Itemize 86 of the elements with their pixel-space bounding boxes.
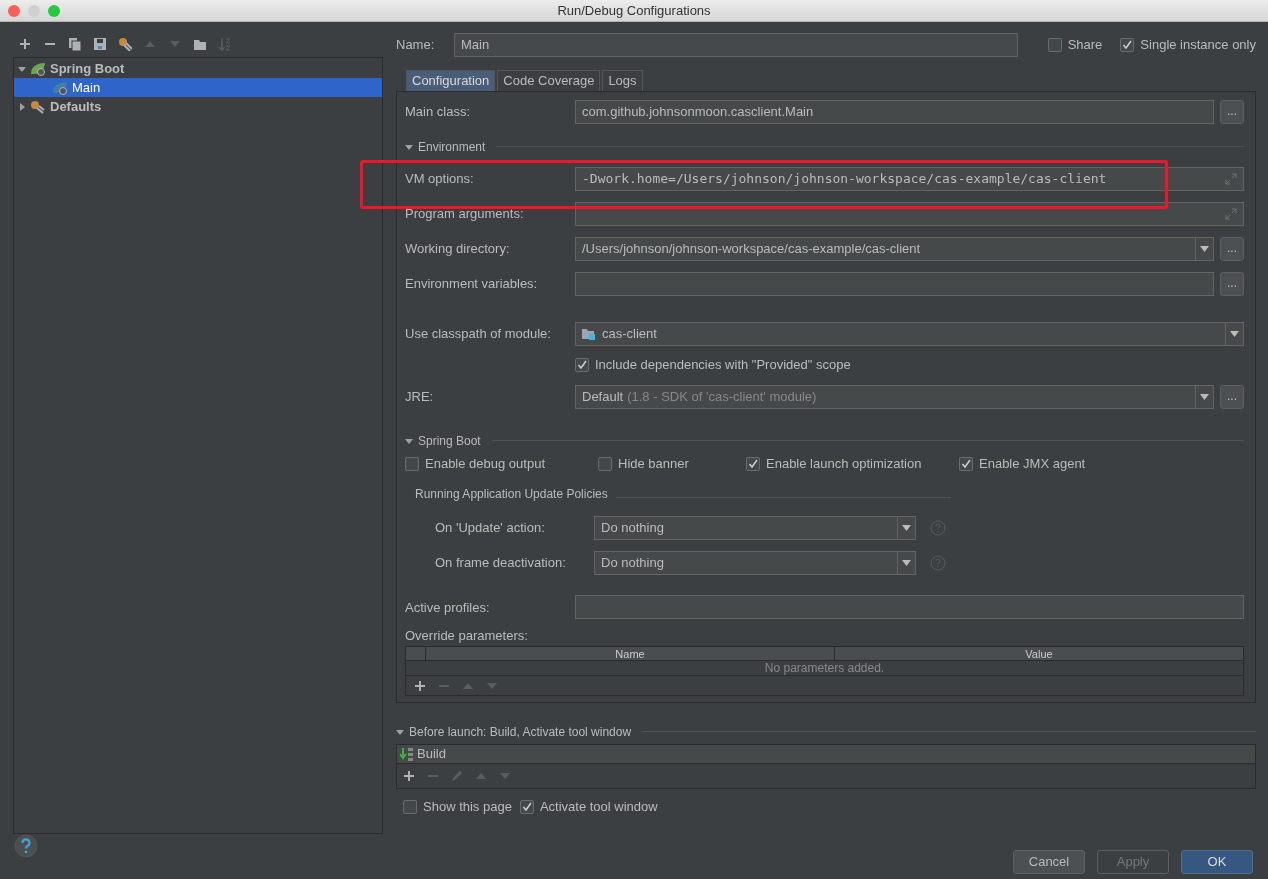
tree-item[interactable]: Defaults (14, 97, 382, 116)
field-label: Program arguments: (405, 204, 525, 223)
window-title: Run/Debug Configurations (557, 1, 711, 20)
column-header: Value (1024, 647, 1054, 660)
combo-box[interactable]: Do nothing (594, 550, 916, 575)
dropdown-arrow-icon[interactable] (1200, 393, 1209, 400)
collapse-caret-icon[interactable] (18, 64, 26, 73)
checkbox-label[interactable]: Include dependencies with "Provided" scope (595, 355, 851, 375)
dropdown-arrow-icon[interactable] (902, 559, 911, 566)
field-label: Name: (396, 35, 436, 54)
collapse-caret-icon[interactable] (396, 727, 404, 736)
checkbox-label[interactable]: Share (1067, 34, 1103, 55)
dialog-button[interactable]: OK (1181, 850, 1253, 874)
dropdown-arrow-icon[interactable] (1230, 330, 1239, 337)
checkbox-label[interactable]: Show this page (423, 797, 512, 817)
task-item[interactable]: Build (397, 745, 1255, 764)
field-label: Use classpath of module: (405, 324, 552, 343)
collapse-caret-icon[interactable] (405, 142, 413, 151)
text-field[interactable] (575, 201, 1244, 226)
tab[interactable]: Configuration (406, 70, 496, 91)
section-title: Running Application Update Policies (415, 486, 608, 504)
text-field[interactable]: -Dwork.home=/Users/johnson/johnson-workspace/cas-example/cas-client (575, 166, 1244, 191)
spring-leaf-icon (52, 80, 68, 95)
combo-box[interactable]: Do nothing (594, 515, 916, 540)
field-label: Main class: (405, 103, 472, 122)
help-icon[interactable] (14, 834, 38, 858)
checkbox-label[interactable]: Enable launch optimization (766, 454, 922, 474)
collapse-caret-icon[interactable] (405, 436, 413, 445)
dropdown-arrow-icon[interactable] (1200, 245, 1209, 252)
empty-table-message: No parameters added. (764, 661, 885, 675)
text-field[interactable] (575, 595, 1244, 620)
checkbox[interactable] (575, 358, 589, 373)
field-label: Active profiles: (405, 598, 491, 617)
checkbox[interactable] (519, 800, 534, 814)
checkbox[interactable] (598, 456, 612, 471)
module-icon (582, 327, 596, 340)
section-title: Before launch: Build, Activate tool window (409, 723, 632, 741)
dialog-button[interactable]: Cancel (1013, 850, 1085, 874)
field-label: Working directory: (405, 239, 511, 258)
tab[interactable]: Logs (602, 70, 643, 91)
checkbox[interactable] (959, 456, 973, 471)
checkbox-label[interactable]: Hide banner (618, 454, 689, 474)
expand-caret-icon[interactable] (18, 102, 26, 111)
tree-item[interactable]: Main (14, 78, 382, 97)
close-window-button[interactable] (8, 5, 20, 17)
checkbox-label[interactable]: Activate tool window (539, 797, 658, 817)
wrench-gear-icon[interactable] (118, 37, 132, 51)
name-field[interactable]: Main (454, 32, 1018, 57)
checkbox-label[interactable]: Single instance only (1140, 34, 1256, 55)
checkbox[interactable] (746, 456, 760, 471)
combo-box[interactable]: cas-client (575, 321, 1244, 346)
browse-button[interactable]: ... (1220, 384, 1244, 409)
text-field[interactable] (575, 271, 1214, 296)
browse-button[interactable]: ... (1220, 271, 1244, 296)
add-icon[interactable] (402, 769, 416, 783)
tab[interactable]: Code Coverage (497, 70, 601, 91)
checkbox[interactable] (403, 800, 417, 814)
folder-icon[interactable] (193, 37, 207, 51)
add-icon[interactable] (413, 678, 427, 693)
checkbox[interactable] (1120, 37, 1135, 52)
checkbox-label[interactable]: Enable debug output (425, 454, 545, 474)
main-class-field[interactable]: com.github.johnsonmoon.casclient.Main (575, 100, 1214, 125)
wrench-gear-icon (30, 99, 46, 114)
combo-box[interactable]: Default (1.8 - SDK of 'cas-client' module) (575, 384, 1214, 409)
browse-button[interactable]: ... (1220, 236, 1244, 261)
build-icon (400, 747, 414, 761)
checkbox[interactable] (405, 456, 419, 471)
tree-item[interactable]: Spring Boot (14, 59, 382, 78)
field-label: Environment variables: (405, 274, 539, 293)
combo-box[interactable]: /Users/johnson/johnson-workspace/cas-example/cas-client (575, 236, 1214, 261)
section-title: Spring Boot (418, 432, 481, 450)
field-label: VM options: (405, 169, 475, 188)
section-title: Environment (418, 138, 486, 156)
add-icon[interactable] (18, 37, 32, 51)
save-icon[interactable] (93, 37, 107, 51)
copy-icon[interactable] (68, 37, 82, 51)
checkbox[interactable] (1047, 37, 1062, 52)
field-label: Override parameters: (405, 626, 529, 645)
checkbox-label[interactable]: Enable JMX agent (979, 454, 1086, 474)
browse-button[interactable]: ... (1220, 100, 1244, 125)
dropdown-arrow-icon[interactable] (902, 524, 911, 531)
field-label: JRE: (405, 387, 435, 406)
spring-leaf-icon (30, 61, 46, 76)
field-label: On frame deactivation: (435, 554, 567, 573)
column-header: Name (426, 647, 835, 660)
field-label: On 'Update' action: (435, 519, 546, 538)
